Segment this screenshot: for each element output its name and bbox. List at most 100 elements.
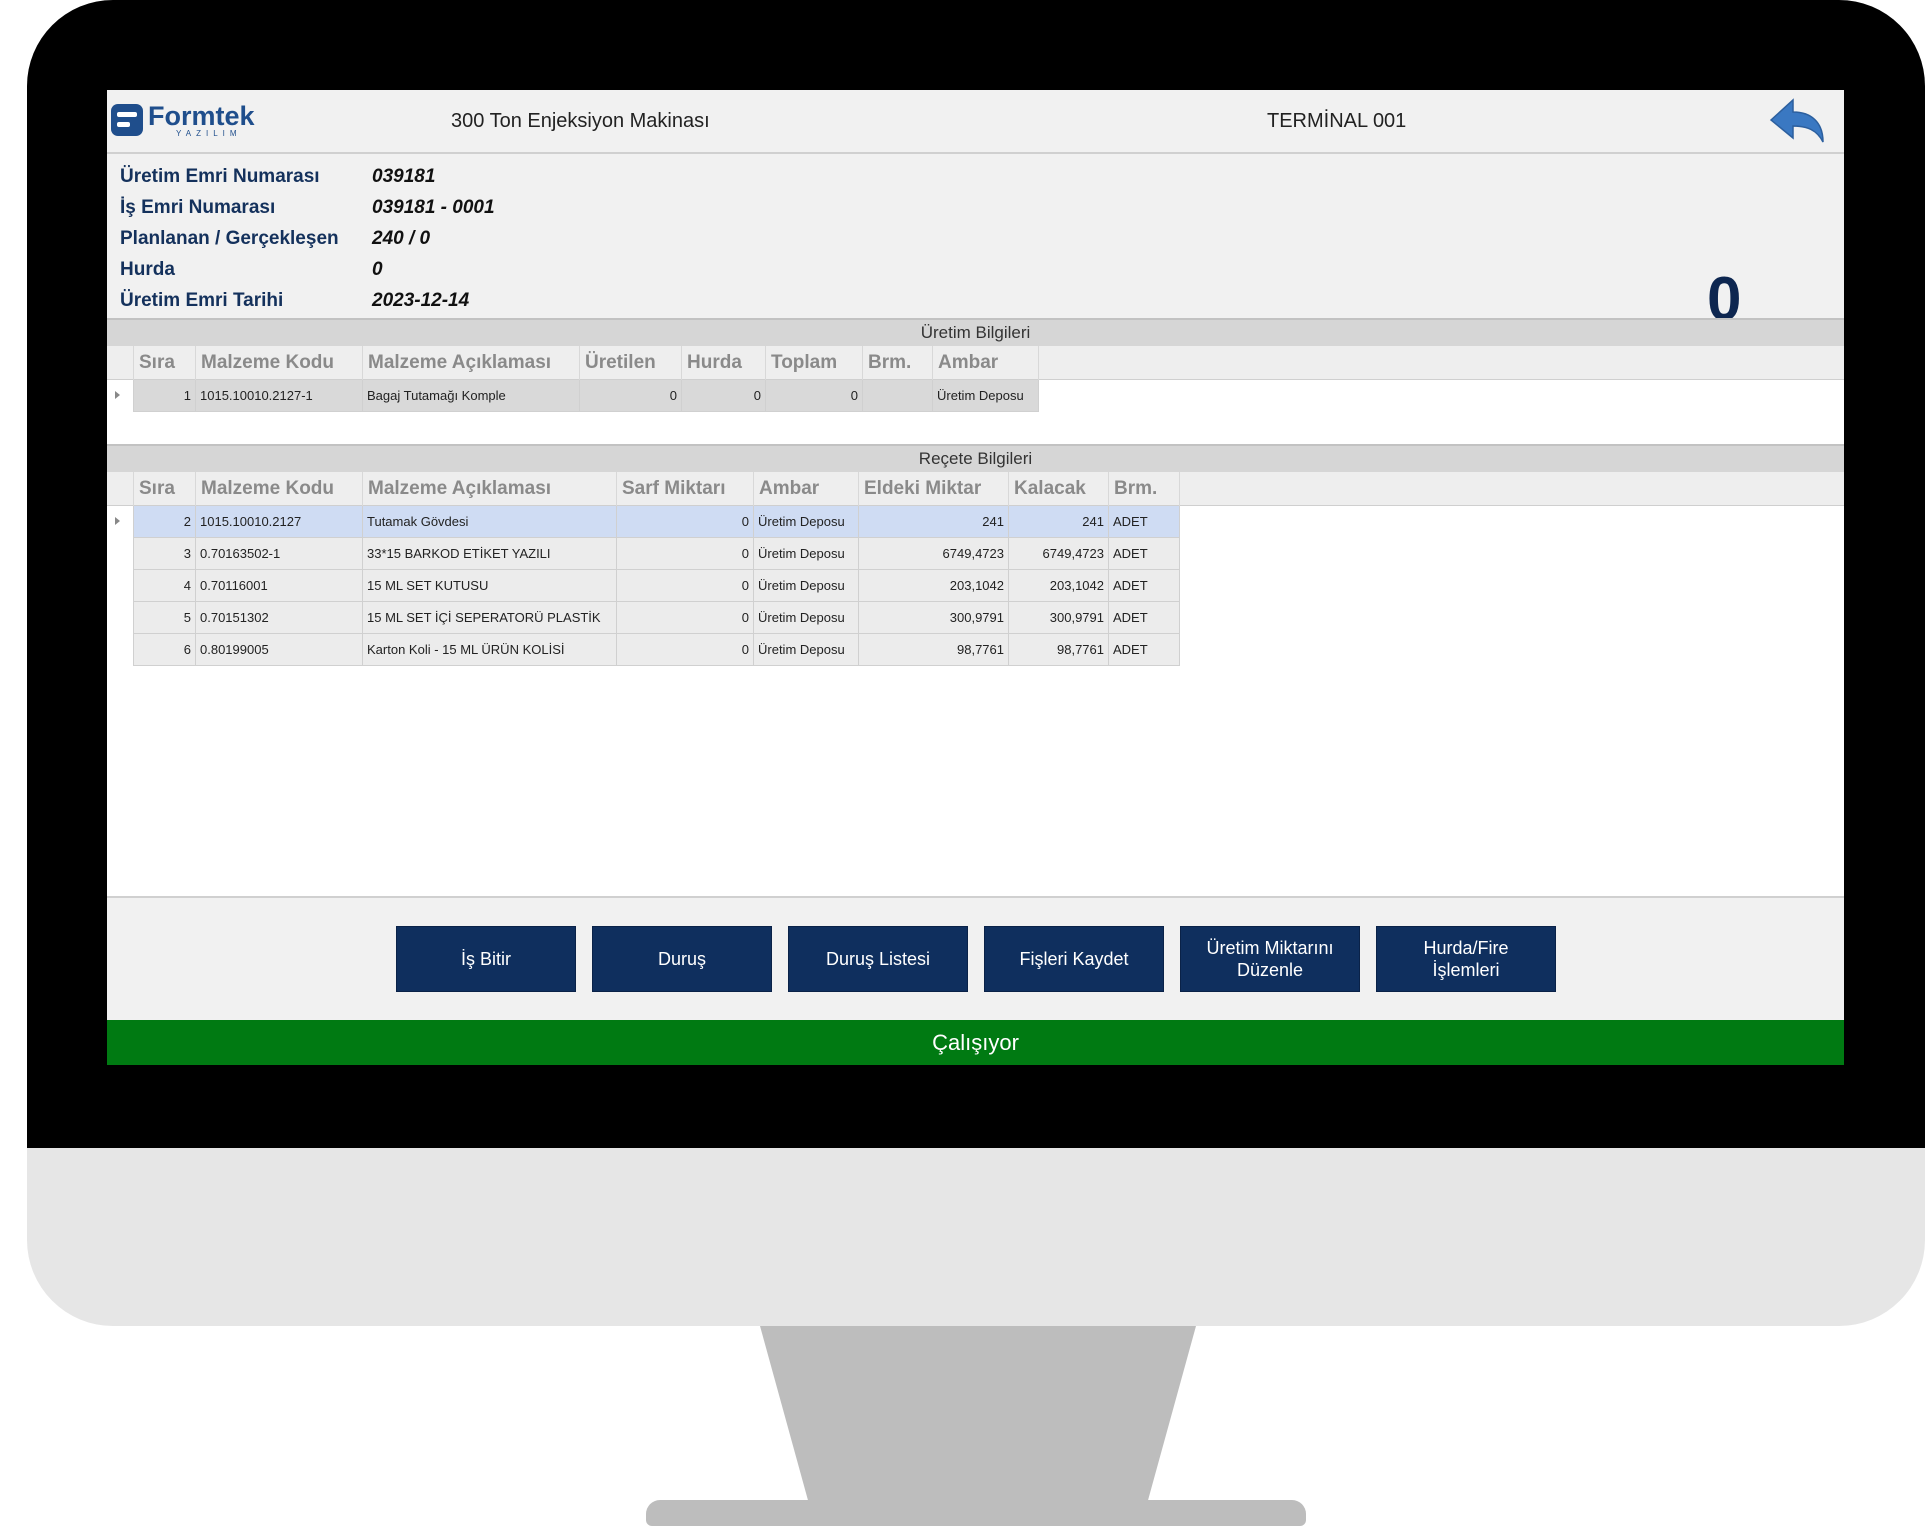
cell-warehouse: Üretim Deposu [932, 380, 1039, 412]
cell-code: 1015.10010.2127-1 [195, 380, 362, 412]
info-value: 0 [372, 259, 383, 280]
info-value: 2023-12-14 [372, 290, 470, 311]
cell-unit [862, 380, 932, 412]
cell-code: 1015.10010.2127 [195, 506, 362, 538]
info-value: 039181 [372, 166, 436, 187]
status-bar: Çalışıyor [107, 1020, 1844, 1065]
monitor-stand-neck [760, 1326, 1196, 1516]
table-row[interactable]: 5 0.70151302 15 ML SET İÇİ SEPERATORÜ PL… [107, 602, 1844, 634]
cell-consumption: 0 [616, 634, 753, 666]
monitor-stand-foot [646, 1500, 1306, 1526]
scrap-operations-button[interactable]: Hurda/Fire İşlemleri [1376, 926, 1556, 992]
cell-warehouse: Üretim Deposu [753, 602, 858, 634]
cell-unit: ADET [1108, 538, 1180, 570]
logo-brand: Formtek [148, 100, 255, 131]
cell-remaining: 300,9791 [1008, 602, 1108, 634]
logo-subtitle: YAZILIM [176, 128, 242, 138]
cell-description: 33*15 BARKOD ETİKET YAZILI [362, 538, 616, 570]
cell-remaining: 98,7761 [1008, 634, 1108, 666]
recipe-section-header: Reçete Bilgileri [107, 444, 1844, 472]
production-grid-header: Sıra Malzeme Kodu Malzeme Açıklaması Üre… [107, 346, 1844, 380]
column-header[interactable]: Brm. [1108, 472, 1180, 506]
top-bar: Formtek YAZILIM 300 Ton Enjeksiyon Makin… [107, 90, 1844, 154]
column-header[interactable]: Malzeme Kodu [195, 346, 362, 380]
cell-warehouse: Üretim Deposu [753, 634, 858, 666]
cell-code: 0.70116001 [195, 570, 362, 602]
cell-remaining: 203,1042 [1008, 570, 1108, 602]
column-header[interactable]: Sıra [133, 346, 195, 380]
cell-sira: 3 [133, 538, 195, 570]
edit-production-quantity-button[interactable]: Üretim Miktarını Düzenle [1180, 926, 1360, 992]
row-indicator-icon [115, 391, 120, 399]
recipe-grid-header: Sıra Malzeme Kodu Malzeme Açıklaması Sar… [107, 472, 1844, 506]
cell-warehouse: Üretim Deposu [753, 538, 858, 570]
column-header[interactable]: Malzeme Açıklaması [362, 472, 616, 506]
row-indicator-icon [115, 517, 120, 525]
downtime-button[interactable]: Duruş [592, 926, 772, 992]
column-header[interactable]: Eldeki Miktar [858, 472, 1008, 506]
cell-on-hand: 6749,4723 [858, 538, 1008, 570]
back-button[interactable] [1767, 96, 1827, 148]
cell-sira: 5 [133, 602, 195, 634]
production-grid: Sıra Malzeme Kodu Malzeme Açıklaması Üre… [107, 346, 1844, 412]
downtime-list-button[interactable]: Duruş Listesi [788, 926, 968, 992]
cell-description: Bagaj Tutamağı Komple [362, 380, 579, 412]
cell-on-hand: 203,1042 [858, 570, 1008, 602]
cell-remaining: 241 [1008, 506, 1108, 538]
column-header[interactable]: Kalacak [1008, 472, 1108, 506]
cell-total: 0 [765, 380, 862, 412]
cell-remaining: 6749,4723 [1008, 538, 1108, 570]
table-row[interactable]: 6 0.80199005 Karton Koli - 15 ML ÜRÜN KO… [107, 634, 1844, 666]
cell-warehouse: Üretim Deposu [753, 506, 858, 538]
cell-code: 0.70151302 [195, 602, 362, 634]
cell-consumption: 0 [616, 602, 753, 634]
column-header[interactable]: Ambar [753, 472, 858, 506]
recipe-grid: Sıra Malzeme Kodu Malzeme Açıklaması Sar… [107, 472, 1844, 892]
column-header[interactable]: Sarf Miktarı [616, 472, 753, 506]
info-value: 240 / 0 [372, 228, 431, 249]
terminal-screen: Formtek YAZILIM 300 Ton Enjeksiyon Makin… [107, 90, 1844, 1065]
cell-produced: 0 [579, 380, 681, 412]
cell-code: 0.70163502-1 [195, 538, 362, 570]
finish-job-button[interactable]: İş Bitir [396, 926, 576, 992]
cell-unit: ADET [1108, 602, 1180, 634]
column-header[interactable]: Hurda [681, 346, 765, 380]
save-receipts-button[interactable]: Fişleri Kaydet [984, 926, 1164, 992]
cell-sira: 6 [133, 634, 195, 666]
cell-on-hand: 300,9791 [858, 602, 1008, 634]
table-row[interactable]: 1 1015.10010.2127-1 Bagaj Tutamağı Kompl… [107, 380, 1844, 412]
cell-description: 15 ML SET KUTUSU [362, 570, 616, 602]
column-header[interactable]: Malzeme Açıklaması [362, 346, 579, 380]
terminal-title: TERMİNAL 001 [1267, 110, 1407, 132]
column-header[interactable]: Üretilen [579, 346, 681, 380]
cell-on-hand: 98,7761 [858, 634, 1008, 666]
info-label: Üretim Emri Numarası [120, 166, 320, 187]
table-row[interactable]: 3 0.70163502-1 33*15 BARKOD ETİKET YAZIL… [107, 538, 1844, 570]
info-label: Hurda [120, 259, 175, 280]
column-header[interactable]: Toplam [765, 346, 862, 380]
column-header[interactable]: Malzeme Kodu [195, 472, 362, 506]
cell-sira: 2 [133, 506, 195, 538]
column-header[interactable]: Sıra [133, 472, 195, 506]
cell-scrap: 0 [681, 380, 765, 412]
table-row[interactable]: 2 1015.10010.2127 Tutamak Gövdesi 0 Üret… [107, 506, 1844, 538]
cell-code: 0.80199005 [195, 634, 362, 666]
cell-consumption: 0 [616, 570, 753, 602]
info-label: İş Emri Numarası [120, 197, 276, 218]
cell-on-hand: 241 [858, 506, 1008, 538]
back-arrow-icon [1769, 98, 1824, 143]
cell-sira: 4 [133, 570, 195, 602]
cell-unit: ADET [1108, 570, 1180, 602]
cell-description: Karton Koli - 15 ML ÜRÜN KOLİSİ [362, 634, 616, 666]
cell-sira: 1 [133, 380, 195, 412]
info-label: Planlanan / Gerçekleşen [120, 228, 339, 249]
column-header[interactable]: Brm. [862, 346, 932, 380]
cell-description: 15 ML SET İÇİ SEPERATORÜ PLASTİK [362, 602, 616, 634]
info-label: Üretim Emri Tarihi [120, 290, 284, 311]
cell-consumption: 0 [616, 538, 753, 570]
column-header[interactable]: Ambar [932, 346, 1039, 380]
formtek-logo: Formtek YAZILIM [111, 100, 255, 140]
table-row[interactable]: 4 0.70116001 15 ML SET KUTUSU 0 Üretim D… [107, 570, 1844, 602]
cell-consumption: 0 [616, 506, 753, 538]
production-section-header: Üretim Bilgileri [107, 318, 1844, 346]
